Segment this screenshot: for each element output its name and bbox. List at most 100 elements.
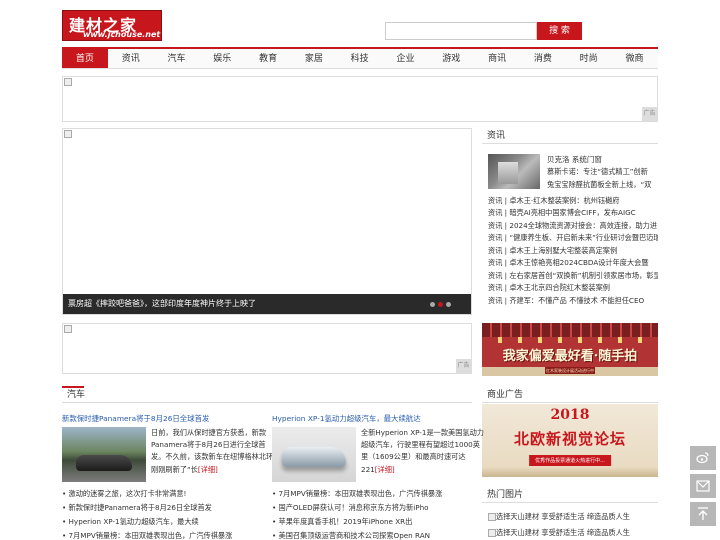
promo-headline: 北欧新视觉论坛 (513, 430, 626, 448)
nav-item-auto[interactable]: 汽车 (154, 49, 200, 68)
business-ad-banner[interactable]: 2018 北欧新视觉论坛 优秀作品投票通道火热进行中... (482, 404, 658, 477)
business-ad-title: 商业广告 (487, 390, 524, 400)
auto-list: • 7月MPV销量榜：本田双雄表现出色，广汽传祺暴涨 • 国产OLED屏获认可！… (272, 487, 442, 540)
desc-line: 刚刚刷新了“长 (151, 464, 198, 474)
news-title: 资讯 (487, 131, 506, 141)
news-list-item[interactable]: 资讯 | 卓木王·红木整装案例：杭州钰樾府 (488, 195, 658, 207)
auto-article-desc: 全新Hyperion XP-1是一款美国氢动力 超级汽车，行驶里程有望超过100… (361, 427, 484, 476)
desc-line: Panamera将于8月26日进行全球首 (151, 440, 266, 450)
promo-hills (482, 467, 658, 477)
auto-list-text: 新款保时捷Panamera将于8月26日全球首发 (68, 503, 212, 512)
back-to-top-icon (698, 507, 708, 520)
auto-list: • 激动的迷雾之旅，这次打卡非常满意! • 新款保时捷Panamera将于8月2… (62, 487, 232, 540)
search-button[interactable]: 搜 索 (537, 22, 582, 40)
slide-dot[interactable] (430, 302, 435, 307)
promo-year: 2018 (550, 407, 590, 423)
desc-line: 超级汽车，行驶里程有望超过1000英 (361, 440, 480, 450)
auto-list-text: 苹果年度真香手机！2019年iPhone XR出 (278, 517, 413, 526)
slide-caption-text: 票房超《摔跤吧爸爸》，这部印度年度神片终于上映了 (68, 299, 256, 308)
auto-title: 汽车 (67, 390, 86, 400)
weibo-icon (696, 452, 709, 464)
auto-list-item[interactable]: • 国产OLED屏获认可！消息称京东方将为新iPho (272, 501, 442, 515)
mail-button[interactable] (690, 474, 716, 498)
promo-text: 我家偏爱最好看·随手拍 (502, 349, 638, 364)
auto-list-item[interactable]: • 激动的迷雾之旅，这次打卡非常满意! (62, 487, 232, 501)
auto-article-headline[interactable]: Hyperion XP-1氢动力超级汽车，最大续航达 (272, 413, 421, 424)
nav-item-tech[interactable]: 科技 (337, 49, 383, 68)
hot-title: 热门图片 (487, 490, 524, 500)
news-featured-image[interactable] (488, 154, 540, 189)
news-list-item[interactable]: 资讯 | 卓木王北京四合院红木整装案例 (488, 282, 658, 294)
auto-list-text: 激动的迷雾之旅，这次打卡非常满意! (68, 489, 187, 498)
slide-dot-active[interactable] (438, 302, 443, 307)
nav-item-consumer[interactable]: 消费 (520, 49, 566, 68)
weibo-share-button[interactable] (690, 446, 716, 470)
nav-item-business[interactable]: 商讯 (474, 49, 520, 68)
nav-item-home-living[interactable]: 家居 (291, 49, 337, 68)
desc-line: 221 (361, 464, 375, 474)
featured-line[interactable]: 慕斯卡诺：专注“德式精工”创新 (547, 166, 657, 178)
hot-image-item[interactable]: 选择天山建材 享受舒适生活 缔造品质人生 (488, 528, 630, 538)
broken-image-icon (488, 529, 496, 537)
auto-list-item[interactable]: • 苹果年度真香手机！2019年iPhone XR出 (272, 515, 442, 529)
desc-line: 发。不久前，该款新车在纽博格林北环 (151, 452, 274, 462)
main-nav: 首页 资讯 汽车 娱乐 教育 家居 科技 企业 游戏 商讯 消费 时尚 微商 (62, 47, 658, 69)
news-list-item[interactable]: 资讯 | 暗壳AI亮相中国家博会CIFF，发布AIGC (488, 207, 658, 219)
hot-images-section-title: 热门图片 (482, 487, 658, 503)
nav-item-enterprise[interactable]: 企业 (383, 49, 429, 68)
roof-decoration (482, 323, 658, 337)
auto-list-item[interactable]: • 新款保时捷Panamera将于8月26日全球首发 (62, 501, 232, 515)
news-list-item[interactable]: 资讯 | 齐建军：不懂产品 不懂技术 不能担任CEO (488, 295, 658, 307)
nav-item-wechat-biz[interactable]: 微商 (612, 49, 658, 68)
auto-article-image[interactable] (272, 427, 356, 482)
news-list-item[interactable]: 资讯 | 卓木王惊艳亮相2024CBDA设计年度大会暨 (488, 257, 658, 269)
nav-item-games[interactable]: 游戏 (428, 49, 474, 68)
search-input[interactable] (385, 22, 537, 40)
auto-list-item[interactable]: • Hyperion XP-1氢动力超级汽车，最大续 (62, 515, 232, 529)
auto-article-image[interactable] (62, 427, 146, 482)
more-link[interactable]: [详细] (375, 465, 395, 474)
top-banner-ad[interactable]: 广告 (62, 76, 658, 122)
nav-item-home[interactable]: 首页 (62, 49, 108, 68)
auto-list-item[interactable]: • 7月MPV销量榜：本田双雄表现出色，广汽传祺暴涨 (272, 487, 442, 501)
auto-list-text: 7月MPV销量榜：本田双雄表现出色，广汽传祺暴涨 (68, 531, 233, 540)
site-logo[interactable]: 建材之家 www.jchouse.net (62, 10, 162, 41)
hot-image-caption: 选择天山建材 享受舒适生活 缔造品质人生 (496, 528, 630, 537)
nav-item-entertainment[interactable]: 娱乐 (199, 49, 245, 68)
featured-line[interactable]: 兔宝宝除醛抗菌板全新上线，“双 (547, 179, 657, 191)
auto-list-text: 国产OLED屏获认可！消息称京东方将为新iPho (278, 503, 429, 512)
hot-image-item[interactable]: 选择天山建材 享受舒适生活 缔造品质人生 (488, 512, 630, 522)
featured-headline[interactable]: 贝克洛 系统门窗 (547, 154, 657, 166)
news-list-item[interactable]: 资讯 | 2024全球物流资源对接会：高效连接，助力进 (488, 220, 658, 232)
slide-dot[interactable] (446, 302, 451, 307)
auto-list-item[interactable]: • 美国召集顶级运营商和技术公司探索Open RAN (272, 529, 442, 540)
auto-article-desc: 日前，我们从保时捷官方获悉，新款 Panamera将于8月26日进行全球首 发。… (151, 427, 273, 476)
promo-vote-button[interactable]: 优秀作品投票通道火热进行中... (529, 455, 611, 466)
broken-image-icon (64, 325, 72, 333)
ad-tag: 广告 (642, 107, 657, 121)
nav-item-fashion[interactable]: 时尚 (566, 49, 612, 68)
hot-image-caption: 选择天山建材 享受舒适生活 缔造品质人生 (496, 512, 630, 521)
nav-item-education[interactable]: 教育 (245, 49, 291, 68)
broken-image-icon (488, 513, 496, 521)
desc-line: 全新Hyperion XP-1是一款美国氢动力 (361, 428, 484, 437)
promo-banner-photo-contest[interactable]: 我家偏爱最好看·随手拍 红木家装设计展活动进行中 (482, 323, 658, 376)
back-to-top-button[interactable] (690, 502, 716, 526)
title-accent-bar (62, 386, 84, 388)
more-link[interactable]: [详细] (198, 465, 218, 474)
slide-caption[interactable]: 票房超《摔跤吧爸爸》，这部印度年度神片终于上映了 (63, 294, 471, 314)
news-featured-text: 贝克洛 系统门窗 慕斯卡诺：专注“德式精工”创新 兔宝宝除醛抗菌板全新上线，“双 (547, 154, 657, 191)
desc-line: 里（1609公里）和最高时速可达 (361, 452, 466, 462)
slide-dots (430, 302, 451, 307)
auto-list-item[interactable]: • 7月MPV销量榜：本田双雄表现出色，广汽传祺暴涨 (62, 529, 232, 540)
middle-banner-ad[interactable]: 广告 (62, 323, 472, 374)
news-list-item[interactable]: 资讯 | 左右家居首创“双换新”机制引领家居市场，彰显 (488, 270, 658, 282)
news-list-item[interactable]: 资讯 | “健康养生板、开启新未来”行业研讨会暨巴迈瑞 (488, 232, 658, 244)
promo-base: 红木家装设计展活动进行中 (482, 367, 658, 376)
desc-line: 日前，我们从保时捷官方获悉，新款 (151, 428, 267, 437)
ad-tag: 广告 (456, 359, 471, 373)
news-list-item[interactable]: 资讯 | 卓木王上海别墅大宅整装高定案例 (488, 245, 658, 257)
nav-item-news[interactable]: 资讯 (108, 49, 154, 68)
hero-slideshow[interactable]: 票房超《摔跤吧爸爸》，这部印度年度神片终于上映了 (62, 128, 472, 315)
auto-article-headline[interactable]: 新款保时捷Panamera将于8月26日全球首发 (62, 413, 209, 424)
